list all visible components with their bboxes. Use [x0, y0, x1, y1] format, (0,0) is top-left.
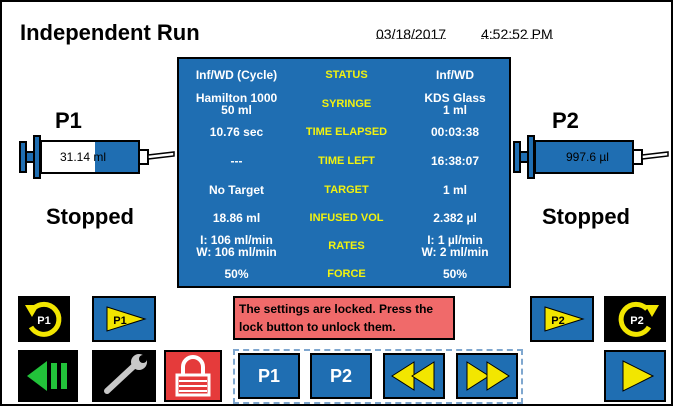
select-p1-button[interactable]: P1 — [238, 353, 300, 399]
rewind-icon — [391, 361, 435, 391]
cycle-arrow-icon: P2 — [618, 301, 659, 337]
pump1-value: Inf/WD (Cycle) — [195, 68, 278, 82]
status-label: STATUS — [325, 69, 368, 81]
lock-icon — [175, 355, 211, 397]
wrench-icon — [104, 354, 147, 394]
pump2-value: KDS Glass 1 ml — [399, 89, 511, 119]
play-icon: P2 — [544, 306, 585, 332]
status-label: INFUSED VOL — [309, 212, 384, 224]
play-icon: P1 — [106, 306, 147, 332]
pump1-label: P1 — [55, 108, 82, 133]
status-label: RATES — [328, 240, 365, 252]
status-panel: Inf/WD (Cycle) STATUS Inf/WD Hamilton 1000 5… — [177, 57, 511, 288]
status-row: I: 106 ml/min W: 106 ml/min RATES I: 1 µl/m… — [179, 231, 509, 261]
p2-run-label: P2 — [551, 315, 564, 327]
status-row: Inf/WD (Cycle) STATUS Inf/WD — [179, 63, 509, 87]
pump1-value: Hamilton 1000 50 ml — [179, 89, 294, 119]
back-button[interactable] — [18, 350, 78, 402]
pump2-volume: 997.6 µl — [566, 150, 609, 164]
select-p2-button[interactable]: P2 — [310, 353, 372, 399]
back-pause-icon — [27, 361, 67, 391]
time-display: 4:52:52 PM — [481, 26, 553, 42]
run-button[interactable] — [604, 350, 666, 402]
status-row: Hamilton 1000 50 ml SYRINGE KDS Glass 1 ml — [179, 89, 509, 119]
fast-forward-icon — [466, 361, 510, 391]
lock-button[interactable] — [164, 350, 222, 402]
pump2-value: 16:38:07 — [430, 154, 480, 168]
status-label: TIME ELAPSED — [305, 126, 388, 138]
status-row: No Target TARGET 1 ml — [179, 177, 509, 203]
select-p1-label: P1 — [257, 365, 281, 386]
pump1-value: 10.76 sec — [209, 125, 264, 139]
pump2-state: Stopped — [542, 204, 630, 229]
status-row: --- TIME LEFT 16:38:07 — [179, 148, 509, 174]
status-label: TARGET — [324, 184, 369, 196]
pump1-value: No Target — [208, 183, 265, 197]
pump1-volume: 31.14 ml — [60, 150, 107, 164]
pump1-value: 18.86 ml — [212, 211, 261, 225]
pump2-value-line: W: 2 ml/min — [421, 245, 489, 259]
pump2-value-line: 1 ml — [442, 103, 467, 117]
status-row: 10.76 sec TIME ELAPSED 00:03:38 — [179, 119, 509, 145]
p1-cycle-label: P1 — [37, 315, 50, 327]
p1-run-button[interactable]: P1 — [92, 296, 156, 342]
pump1-value: I: 106 ml/min W: 106 ml/min — [179, 231, 294, 261]
pump1-syringe[interactable]: 31.14 ml — [18, 132, 176, 182]
p2-run-button[interactable]: P2 — [530, 296, 594, 342]
lock-message: The settings are locked. Press the lock … — [233, 296, 455, 340]
p1-cycle-button[interactable]: P1 — [18, 296, 70, 342]
p2-cycle-button[interactable]: P2 — [604, 296, 666, 342]
status-row: 50% FORCE 50% — [179, 262, 509, 286]
pump1-value: 50% — [224, 267, 249, 281]
fast-forward-button[interactable] — [456, 353, 518, 399]
pump2-label: P2 — [552, 108, 579, 133]
settings-button[interactable] — [92, 350, 156, 402]
pump1-value: --- — [230, 154, 243, 168]
status-label: FORCE — [327, 268, 366, 280]
status-label: SYRINGE — [321, 98, 372, 110]
p1-run-label: P1 — [113, 315, 126, 327]
pump2-value: Inf/WD — [436, 68, 474, 82]
pump1-value-line: 50 ml — [221, 103, 252, 117]
status-row: 18.86 ml INFUSED VOL 2.382 µl — [179, 205, 509, 231]
p2-cycle-label: P2 — [630, 315, 643, 327]
play-icon — [622, 360, 655, 392]
pump2-value: 00:03:38 — [430, 125, 480, 139]
date-display: 03/18/2017 — [376, 26, 447, 42]
pump2-value: 50% — [442, 267, 468, 281]
pump2-syringe[interactable]: 997.6 µl — [512, 132, 670, 182]
select-p2-label: P2 — [329, 365, 353, 386]
pump2-value: 2.382 µl — [433, 211, 477, 225]
cycle-arrow-icon: P1 — [25, 301, 62, 337]
rewind-button[interactable] — [383, 353, 445, 399]
pump2-value: I: 1 µl/min W: 2 ml/min — [399, 231, 511, 261]
pump1-value-line: W: 106 ml/min — [196, 245, 277, 259]
page-title: Independent Run — [20, 20, 200, 45]
pump2-value: 1 ml — [442, 183, 467, 197]
pump1-state: Stopped — [46, 204, 134, 229]
status-label: TIME LEFT — [318, 155, 375, 167]
